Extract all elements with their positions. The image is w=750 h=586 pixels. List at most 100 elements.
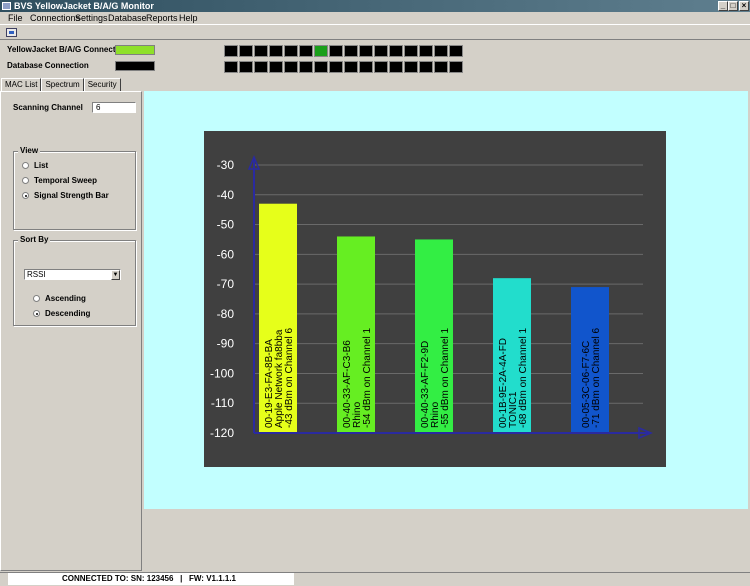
minimize-button[interactable]: _ (718, 1, 728, 11)
bar-label: -71 dBm on Channel 6 (591, 327, 602, 428)
channel-led-11 (374, 45, 388, 57)
sort-descending-label: Descending (45, 309, 91, 318)
menu-reports[interactable]: Reports (146, 12, 178, 24)
maximize-button[interactable]: □ (728, 1, 738, 11)
toolbar (0, 24, 750, 40)
channel-led-12 (389, 61, 403, 73)
database-connection-indicator (115, 61, 155, 71)
sort-group-title: Sort By (18, 235, 51, 244)
channel-led-16 (449, 45, 463, 57)
channel-led-5 (284, 61, 298, 73)
sort-ascending-label: Ascending (45, 294, 86, 303)
channel-led-row-2 (224, 61, 464, 73)
y-tick-label: -50 (217, 218, 235, 232)
channel-led-1 (224, 45, 238, 57)
sort-descending-radio[interactable]: Descending (33, 309, 90, 318)
connection-status: CONNECTED TO: SN: 123456 | FW: V1.1.1.1 (8, 573, 294, 585)
sort-by-select[interactable]: RSSI ▼ (24, 269, 121, 280)
scanning-channel-label: Scanning Channel (13, 103, 83, 112)
view-list-label: List (34, 161, 49, 170)
channel-led-16 (449, 61, 463, 73)
channel-led-10 (359, 61, 373, 73)
tab-mac-list[interactable]: MAC List (1, 78, 42, 92)
channel-led-6 (299, 45, 313, 57)
signal-strength-chart: -30 -40 -50 -60 -70 -80 -90 -100 -110 -120 00-19-E… (204, 131, 666, 467)
y-tick-label: -70 (217, 277, 235, 291)
chart-svg: -30-40-50-60-70-80-90-100-110-12000-19-E… (210, 155, 653, 440)
channel-led-8 (329, 61, 343, 73)
sort-group: Sort By RSSI ▼ Ascending Descending (13, 235, 136, 326)
database-connection-label: Database Connection (7, 61, 89, 70)
channel-led-6 (299, 61, 313, 73)
tab-spectrum[interactable]: Spectrum (41, 78, 84, 91)
tab-security[interactable]: Security (83, 78, 121, 91)
radio-selected-icon (33, 310, 40, 317)
radio-selected-icon (22, 192, 29, 199)
menu-help[interactable]: Help (179, 12, 198, 24)
y-tick-label: -30 (217, 158, 235, 172)
channel-led-7 (314, 45, 328, 57)
channel-led-4 (269, 61, 283, 73)
channel-led-4 (269, 45, 283, 57)
bar-label: -43 dBm on Channel 6 (284, 327, 295, 428)
radio-icon (33, 295, 40, 302)
sort-by-value: RSSI (27, 270, 46, 279)
view-signal-strength-bar-label: Signal Strength Bar (34, 191, 109, 200)
view-signal-strength-bar-radio[interactable]: Signal Strength Bar (22, 191, 109, 200)
title-bar: BVS YellowJacket B/A/G Monitor _ □ × (0, 0, 750, 12)
channel-led-14 (419, 45, 433, 57)
tab-strip: MAC List Spectrum Security (1, 78, 121, 92)
channel-led-13 (404, 61, 418, 73)
y-tick-label: -100 (210, 366, 234, 380)
menu-connections[interactable]: Connections (30, 12, 80, 24)
connection-status-text: CONNECTED TO: SN: 123456 | FW: V1.1.1.1 (62, 574, 236, 583)
app-icon (2, 2, 11, 10)
bar-label: -55 dBm on Channel 1 (440, 327, 451, 428)
menu-file[interactable]: File (8, 12, 23, 24)
y-tick-label: -80 (217, 307, 235, 321)
channel-led-15 (434, 45, 448, 57)
menu-database[interactable]: Database (108, 12, 147, 24)
settings-panel: Scanning Channel 6 View List Temporal Sw… (0, 91, 142, 571)
app-window: BVS YellowJacket B/A/G Monitor _ □ × Fil… (0, 0, 750, 586)
status-bar: CONNECTED TO: SN: 123456 | FW: V1.1.1.1 (0, 572, 750, 586)
y-tick-label: -90 (217, 337, 235, 351)
channel-led-3 (254, 61, 268, 73)
view-group-title: View (18, 146, 41, 155)
channel-led-15 (434, 61, 448, 73)
view-temporal-sweep-label: Temporal Sweep (34, 176, 97, 185)
view-group: View List Temporal Sweep Signal Strength… (13, 146, 136, 230)
yellowjacket-connection-indicator (115, 45, 155, 55)
sort-ascending-radio[interactable]: Ascending (33, 294, 86, 303)
channel-led-5 (284, 45, 298, 57)
yellowjacket-connection-label: YellowJacket B/A/G Connection (7, 45, 128, 54)
close-button[interactable]: × (739, 1, 749, 11)
channel-led-13 (404, 45, 418, 57)
view-list-radio[interactable]: List (22, 161, 48, 170)
channel-led-3 (254, 45, 268, 57)
channel-led-7 (314, 61, 328, 73)
menu-settings[interactable]: Settings (75, 12, 108, 24)
channel-led-row-1 (224, 45, 464, 57)
y-tick-label: -60 (217, 247, 235, 261)
bar-label: -68 dBm on Channel 1 (518, 327, 529, 428)
radio-icon (22, 177, 29, 184)
y-tick-label: -120 (210, 426, 234, 440)
channel-led-2 (239, 61, 253, 73)
y-tick-label: -40 (217, 188, 235, 202)
y-tick-label: -110 (211, 396, 234, 410)
chevron-down-icon[interactable]: ▼ (111, 270, 120, 280)
scanning-channel-field[interactable]: 6 (92, 102, 136, 113)
channel-led-10 (359, 45, 373, 57)
channel-led-12 (389, 45, 403, 57)
channel-led-9 (344, 45, 358, 57)
menu-bar: File Connections Settings Database Repor… (0, 12, 750, 24)
bar-label: -54 dBm on Channel 1 (362, 327, 373, 428)
view-temporal-sweep-radio[interactable]: Temporal Sweep (22, 176, 97, 185)
channel-led-14 (419, 61, 433, 73)
connect-icon[interactable] (6, 28, 17, 37)
channel-led-8 (329, 45, 343, 57)
window-title: BVS YellowJacket B/A/G Monitor (14, 1, 154, 11)
channel-led-2 (239, 45, 253, 57)
channel-led-9 (344, 61, 358, 73)
